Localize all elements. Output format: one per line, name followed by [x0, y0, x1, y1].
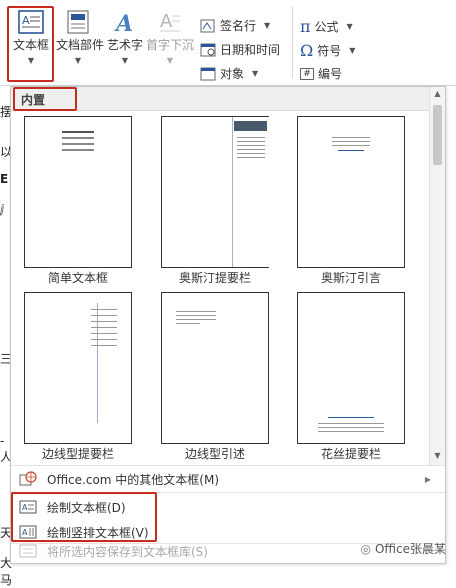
gallery-item-sideline-quote[interactable] — [161, 292, 269, 444]
ribbon-separator — [292, 6, 293, 78]
save-gallery-icon — [17, 543, 39, 559]
highlight-frame-builtin — [13, 87, 77, 111]
gallery-item-label: 边线型提要栏 — [41, 447, 114, 461]
number-icon: # — [300, 67, 314, 80]
signature-label: 签名行 — [220, 19, 257, 33]
dropcap-label: 首字下沉 — [146, 38, 195, 52]
wordart-label: 艺术字 — [106, 38, 143, 52]
pi-icon: π — [300, 17, 311, 36]
wechat-icon: ◎ — [360, 541, 371, 556]
gallery-item-sideline-sidebar[interactable] — [24, 292, 132, 444]
document-edge: 摆 以 E ⅉ 三 -人 天 大马 — [0, 86, 12, 587]
dropcap-button[interactable]: A 首字下沉 ▼ — [146, 10, 194, 68]
chevron-down-icon: ▼ — [349, 46, 356, 55]
menu-item-label: Office.com 中的其他文本框(M) — [47, 472, 220, 487]
textbox-gallery-dropdown: 内置 简单文本框 奥斯汀提要栏 奥斯汀引言 边线型提要栏 边线型引述 花丝提要栏… — [10, 86, 446, 564]
wordart-button[interactable]: A 艺术字 ▼ — [104, 10, 146, 68]
datetime-label: 日期和时间 — [220, 43, 281, 57]
chevron-down-icon: ▼ — [74, 56, 82, 65]
omega-icon: Ω — [300, 41, 314, 60]
datetime-button[interactable]: 日期和时间 — [200, 41, 280, 58]
highlight-frame-textbox — [7, 6, 54, 82]
doc-text: ⅉ — [0, 202, 5, 216]
more-office-textboxes-item[interactable]: Office.com 中的其他文本框(M) ▶ — [11, 467, 445, 491]
gallery-item-filigree-sidebar[interactable] — [297, 292, 405, 444]
gallery-item-simple-textbox[interactable] — [24, 116, 132, 268]
docparts-label: 文档部件 — [56, 38, 105, 52]
scrollbar-thumb[interactable] — [433, 105, 442, 165]
scroll-down-icon[interactable]: ▼ — [430, 449, 445, 463]
watermark-text: Office张晨某 — [374, 542, 446, 556]
chevron-down-icon: ▼ — [346, 22, 353, 31]
gallery-item-label: 奥斯汀提要栏 — [178, 271, 251, 285]
watermark: ◎ Office张晨某 — [360, 540, 446, 557]
object-label: 对象 — [220, 67, 245, 81]
svg-text:A: A — [160, 11, 173, 32]
gallery-item-austin-quote[interactable] — [297, 116, 405, 268]
wordart-icon: A — [114, 11, 133, 34]
number-label: 编号 — [318, 67, 343, 81]
globe-icon — [17, 471, 39, 487]
chevron-down-icon: ▼ — [264, 21, 271, 30]
gallery-item-austin-sidebar[interactable] — [161, 116, 269, 268]
menu-divider — [11, 465, 445, 466]
dropcap-icon: A — [160, 11, 180, 32]
object-button[interactable]: 对象 ▼ — [200, 65, 258, 82]
docparts-button[interactable]: 文档部件 ▼ — [56, 10, 105, 68]
equation-label: 公式 — [314, 20, 339, 34]
ribbon: A 文本框 ▼ 文档部件 ▼ A 艺术字 ▼ A 首字下沉 ▼ 签名行 ▼ 日期… — [0, 0, 456, 86]
equation-button[interactable]: π 公式 ▼ — [300, 17, 353, 36]
highlight-frame-draw — [11, 492, 157, 542]
calendar-icon — [200, 43, 216, 56]
signature-line-button[interactable]: 签名行 ▼ — [200, 17, 270, 34]
signature-icon — [200, 19, 215, 32]
chevron-down-icon: ▼ — [252, 69, 259, 78]
number-button[interactable]: # 编号 — [300, 65, 342, 82]
chevron-right-icon: ▶ — [424, 474, 431, 484]
symbol-label: 符号 — [317, 44, 342, 58]
object-icon — [200, 67, 216, 80]
svg-text:A: A — [114, 11, 133, 34]
chevron-down-icon: ▼ — [121, 56, 129, 65]
gallery-item-label: 花丝提要栏 — [320, 447, 381, 461]
menu-item-label: 将所选内容保存到文本框库(S) — [47, 544, 208, 559]
gallery-item-label: 边线型引述 — [184, 447, 245, 461]
chevron-down-icon: ▼ — [166, 56, 174, 65]
gallery-scrollbar[interactable]: ▲ ▼ — [429, 87, 445, 465]
docparts-icon — [67, 10, 89, 34]
doc-text: E — [0, 172, 9, 186]
gallery-item-label: 奥斯汀引言 — [320, 271, 381, 285]
symbol-button[interactable]: Ω 符号 ▼ — [300, 41, 355, 60]
gallery-item-label: 简单文本框 — [47, 271, 108, 285]
scroll-up-icon[interactable]: ▲ — [430, 87, 445, 101]
